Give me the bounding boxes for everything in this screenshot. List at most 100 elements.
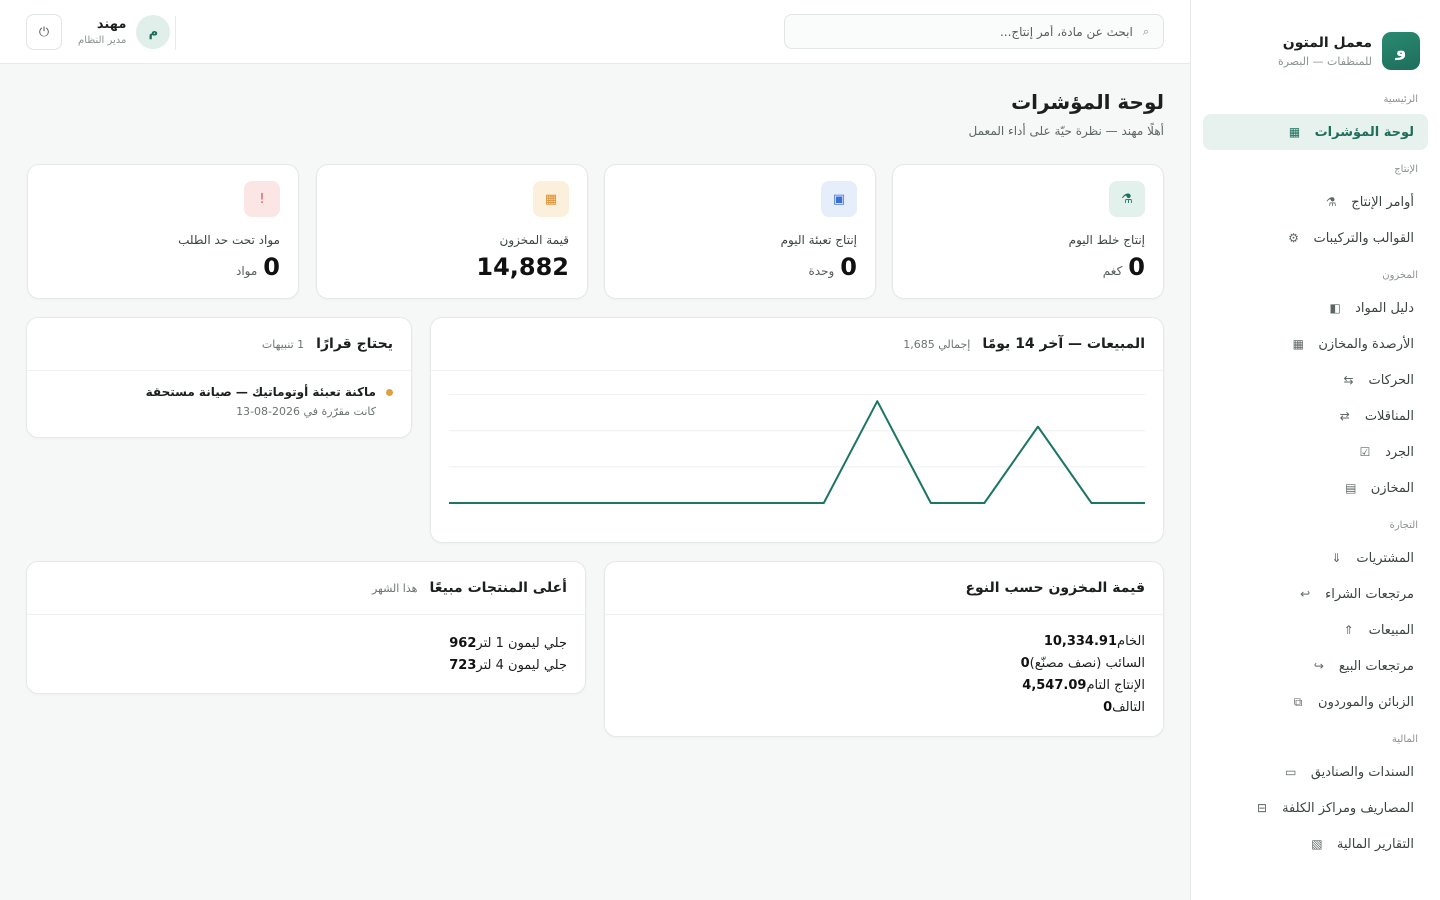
sidebar-item[interactable]: ⇓ المشتريات (1203, 540, 1428, 576)
row-label: الإنتاج التام (1086, 678, 1145, 693)
kpi-card-below-reorder[interactable]: ! مواد تحت حد الطلب 0 مواد (27, 164, 299, 299)
sales-card-title: المبيعات — آخر 14 يومًا (982, 336, 1145, 352)
sidebar-section-label: التجارة (1389, 520, 1418, 531)
sidebar-item-label: المخازن (1370, 480, 1414, 496)
stock-by-type-card: قيمة المخزون حسب النوع الخام 10,334.91 ال… (604, 561, 1164, 737)
search-box[interactable]: ⌕ (784, 14, 1164, 49)
sidebar-item-label: المبيعات (1368, 622, 1414, 638)
sidebar-item[interactable]: ⧉ الزبائن والموردون (1203, 684, 1428, 720)
power-icon: ⏻ (38, 24, 50, 40)
warehouse-icon: ▤ (1345, 481, 1357, 495)
sidebar-item[interactable]: ⇆ الحركات (1203, 362, 1428, 398)
row-label: التالف (1112, 700, 1145, 715)
kpi-card-filling[interactable]: ▣ إنتاج تعبئة اليوم 0 وحدة (604, 164, 876, 299)
sidebar-item-label: المصاريف ومراكز الكلفة (1282, 800, 1414, 816)
row-value: 723 (449, 658, 477, 673)
avatar[interactable]: م (136, 15, 171, 49)
report-icon: ▧ (1311, 837, 1323, 851)
stock-card-title: قيمة المخزون حسب النوع (965, 580, 1145, 596)
kpi-card-inventory-value[interactable]: ▦ قيمة المخزون 14,882 (316, 164, 588, 299)
brand[interactable]: و معمل المتون للمنظفات — البصرة (1191, 0, 1440, 82)
row-value: 0 (1103, 700, 1113, 715)
return-forward-icon: ↪ (1313, 659, 1324, 673)
sales-chart-card: المبيعات — آخر 14 يومًا إجمالي 1,685 (430, 317, 1164, 543)
sidebar-section-label: المالية (1391, 734, 1418, 745)
user-name: مهند (96, 17, 127, 33)
alert-date: كانت مقرّرة في 2026-08-13 (236, 405, 376, 418)
kpi-unit: كغم (1102, 264, 1123, 278)
sidebar-item-label: القوالب والتركيبات (1313, 230, 1414, 246)
top-products-card: أعلى المنتجات مبيعًا هذا الشهر جلي ليمون… (26, 561, 586, 694)
sidebar-item-label: دليل المواد (1355, 300, 1414, 316)
kpi-icon-box: ▣ (821, 181, 857, 217)
table-icon: ▦ (1292, 337, 1305, 351)
list-item: جلي ليمون 1 لتر 962 (45, 633, 567, 655)
inventory-icon: ▦ (544, 191, 558, 207)
sidebar-item-label: مرتجعات البيع (1338, 658, 1414, 674)
checkbox-icon: ☑ (1359, 445, 1371, 459)
sidebar-item-label: أوامر الإنتاج (1351, 194, 1414, 210)
sidebar-item[interactable]: ▧ التقارير المالية (1203, 826, 1428, 862)
sidebar-item[interactable]: ⊟ المصاريف ومراكز الكلفة (1203, 790, 1428, 826)
sidebar-item[interactable]: ⇑ المبيعات (1203, 612, 1428, 648)
alerts-card-title: يحتاج قرارًا (316, 336, 393, 352)
flask-icon: ⚗ (1325, 195, 1337, 209)
cash-icon: ▭ (1285, 765, 1297, 779)
sidebar-item[interactable]: ▦ الأرصدة والمخازن (1203, 326, 1428, 362)
search-input[interactable] (799, 24, 1133, 39)
sidebar-section-label: المخزون (1382, 270, 1418, 281)
row-value: 962 (449, 636, 477, 651)
flask-icon: ⚗ (1121, 191, 1133, 207)
alerts-count: 1 تنبيهات (261, 337, 305, 351)
sales-series-line (449, 400, 1145, 504)
package-icon: ▣ (832, 191, 846, 207)
kpi-card-mixing[interactable]: ⚗ إنتاج خلط اليوم 0 كغم (892, 164, 1164, 299)
ledger-icon: ⊟ (1257, 801, 1268, 815)
row-label: السائب (نصف مصنّع) (1029, 656, 1145, 671)
user-menu: ⏻ مهند مدير النظام م (26, 14, 171, 50)
sidebar-item[interactable]: ↪ مرتجعات البيع (1203, 648, 1428, 684)
sidebar-item-label: المشتريات (1356, 550, 1414, 566)
kpi-unit: وحدة (808, 264, 835, 278)
arrow-down-icon: ⇓ (1331, 551, 1342, 565)
sidebar-item-label: الجرد (1385, 444, 1414, 460)
list-item: الإنتاج التام 4,547.09 (623, 675, 1145, 697)
kpi-value: 0 (840, 253, 857, 281)
kpi-value: 0 (263, 253, 280, 281)
logout-button[interactable]: ⏻ (26, 14, 62, 50)
alert-item[interactable]: ماكنة تعبئة أوتوماتيك — صيانة مستحقة كان… (27, 371, 411, 432)
sidebar-item-label: الزبائن والموردون (1318, 694, 1414, 710)
row-label: جلي ليمون 1 لتر (476, 636, 567, 651)
grid-icon: ▦ (1288, 125, 1301, 139)
sidebar-item-label: التقارير المالية (1336, 836, 1414, 852)
user-meta: مهند مدير النظام (78, 17, 126, 47)
sidebar-item-label: الأرصدة والمخازن (1318, 336, 1414, 352)
sidebar-item[interactable]: ↩ مرتجعات الشراء (1203, 576, 1428, 612)
list-item: التالف 0 (623, 697, 1145, 719)
row-label: جلي ليمون 4 لتر (476, 658, 567, 673)
gear-icon: ⚙ (1288, 231, 1299, 245)
alert-icon: ! (259, 191, 265, 207)
kpi-value: 14,882 (476, 253, 569, 281)
sidebar-item[interactable]: ▭ السندات والصناديق (1203, 754, 1428, 790)
sidebar-item[interactable]: ⇄ المناقلات (1203, 398, 1428, 434)
sidebar-item[interactable]: ⚗ أوامر الإنتاج (1203, 184, 1428, 220)
kpi-value: 0 (1128, 253, 1145, 281)
row-value: 10,334.91 (1043, 634, 1118, 649)
top-card-period: هذا الشهر (371, 581, 418, 595)
row-label: الخام (1117, 634, 1145, 649)
sidebar-item-label: المناقلات (1364, 408, 1414, 424)
row-value: 0 (1020, 656, 1030, 671)
alerts-card: يحتاج قرارًا 1 تنبيهات ماكنة تعبئة أوتوم… (26, 317, 412, 438)
sidebar-item[interactable]: ⚙ القوالب والتركيبات (1203, 220, 1428, 256)
list-item: الخام 10,334.91 (623, 631, 1145, 653)
sidebar-item[interactable]: ◧ دليل المواد (1203, 290, 1428, 326)
sidebar-item-label: السندات والصناديق (1310, 764, 1414, 780)
kpi-label: قيمة المخزون (499, 233, 569, 247)
topbar-divider (175, 16, 176, 50)
sidebar-item[interactable]: ☑ الجرد (1203, 434, 1428, 470)
sales-card-total: إجمالي 1,685 (903, 337, 971, 351)
sidebar-item[interactable]: ▦ لوحة المؤشرات (1203, 114, 1428, 150)
contacts-icon: ⧉ (1293, 694, 1303, 709)
sidebar-item[interactable]: ▤ المخازن (1203, 470, 1428, 506)
